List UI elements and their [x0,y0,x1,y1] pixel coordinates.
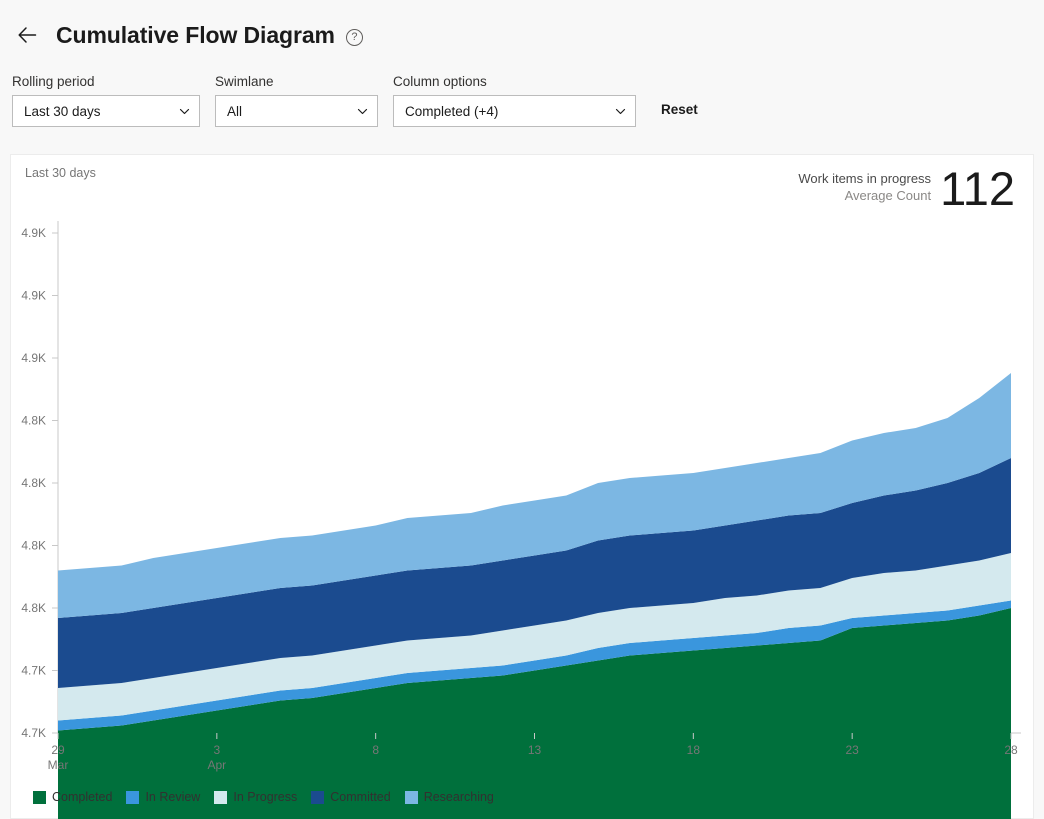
swimlane-label: Swimlane [215,74,274,89]
filter-toolbar: Rolling period Last 30 days Swimlane All [12,74,706,127]
x-axis-label: 28 [1004,743,1018,757]
rolling-period-value: Last 30 days [24,103,101,119]
chart-svg: 4.9K 4.9K 4.9K 4.8K 4.8K 4.8K 4.8K 4.7K 4.7K 29Ma… [21,221,1021,819]
legend-swatch [404,790,418,804]
legend-label: In Progress [233,790,298,804]
x-axis-label: 13 [528,743,542,757]
cumulative-flow-chart[interactable]: 4.9K 4.9K 4.9K 4.8K 4.8K 4.8K 4.8K 4.7K 4.7K 29 Ma… [11,155,1035,819]
x-axis-label: 23 [845,743,859,757]
x-axis-label: 18 [687,743,701,757]
cfd-page: Cumulative Flow Diagram ? Rolling period… [0,0,1044,819]
legend-label: Completed [52,790,113,804]
y-axis-label: 4.9K [21,289,46,303]
swimlane-filter: Swimlane All [215,74,378,127]
rolling-period-label: Rolling period [12,74,95,89]
legend-swatch [126,790,140,804]
y-axis-label: 4.7K [21,664,46,678]
y-axis-label: 4.9K [21,226,46,240]
legend-label: Committed [330,790,391,804]
legend-item[interactable]: In Review [126,790,200,804]
chart-card: Last 30 days Work items in progress Aver… [10,154,1034,819]
chevron-down-icon [179,106,190,117]
legend-label: Researching [423,790,494,804]
chevron-down-icon [357,106,368,117]
legend-swatch [214,790,228,804]
x-axis-label: 29 [51,743,65,757]
column-options-value: Completed (+4) [405,103,499,119]
legend-swatch [33,790,46,804]
y-axis-label: 4.8K [21,539,46,553]
x-axis-sublabel: Apr [207,758,226,772]
y-axis-label: 4.8K [21,601,46,615]
chart-legend: Completed In Review In Progress Committed Re… [33,790,508,804]
column-options-label: Column options [393,74,487,89]
x-axis-label: 8 [372,743,379,757]
y-axis-label: 4.8K [21,476,46,490]
x-axis-sublabel: Mar [48,758,69,772]
page-header: Cumulative Flow Diagram ? [0,0,1044,70]
chevron-down-icon [615,106,626,117]
legend-item[interactable]: Completed [33,790,112,804]
legend-item[interactable]: Committed [311,790,391,804]
y-axis-label: 4.9K [21,351,46,365]
legend-item[interactable]: Researching [404,790,494,804]
legend-label: In Review [145,790,201,804]
help-icon[interactable]: ? [345,28,363,46]
column-options-filter: Column options Completed (+4) [393,74,636,127]
column-options-dropdown[interactable]: Completed (+4) [393,95,636,127]
legend-swatch [311,790,325,804]
swimlane-value: All [227,103,243,119]
swimlane-dropdown[interactable]: All [215,95,378,127]
rolling-period-dropdown[interactable]: Last 30 days [12,95,200,127]
x-axis-label: 3 [213,743,220,757]
page-title: Cumulative Flow Diagram [56,21,335,48]
legend-item[interactable]: In Progress [214,790,297,804]
y-axis-label: 4.7K [21,726,46,740]
back-button[interactable] [10,18,44,52]
reset-button[interactable]: Reset [653,96,706,123]
y-axis-label: 4.8K [21,414,46,428]
rolling-period-filter: Rolling period Last 30 days [12,74,200,127]
